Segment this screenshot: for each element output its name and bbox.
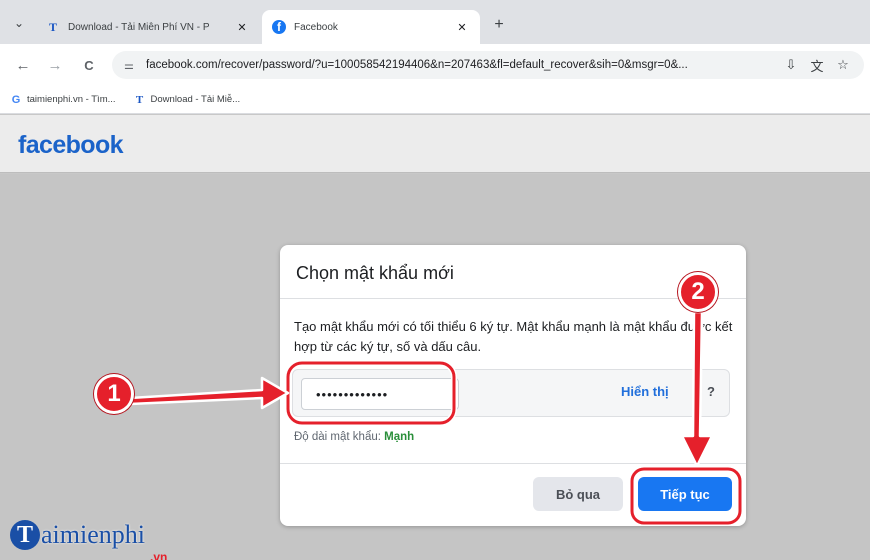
bookmark-taimienphi[interactable]: G taimienphi.vn - Tìm... (10, 94, 116, 106)
bookmark-label: taimienphi.vn - Tìm... (27, 94, 116, 105)
help-icon[interactable]: ? (707, 384, 715, 399)
taimienphi-icon: T (48, 19, 57, 34)
facebook-logo[interactable]: facebook (18, 131, 124, 160)
strength-value: Mạnh (384, 431, 415, 443)
taimienphi-icon: T (135, 93, 144, 106)
step1-badge: 1 (94, 374, 134, 414)
tab-bar: ⌄ T Download - Tải Miễn Phí VN - P ✕ f F… (0, 0, 870, 44)
bookmarks-bar: G taimienphi.vn - Tìm... T Download - Tả… (0, 86, 870, 114)
watermark-text: aimienphi (41, 520, 145, 549)
tab-search-chevron-icon[interactable]: ⌄ (8, 12, 30, 34)
taimienphi-watermark: T aimienphi .vn (10, 520, 167, 560)
bookmark-star-icon[interactable]: ☆ (830, 57, 856, 73)
close-icon[interactable]: ✕ (234, 21, 250, 34)
site-info-icon[interactable]: ⚌ (124, 59, 146, 72)
google-icon: G (11, 93, 21, 106)
facebook-icon: f (272, 20, 286, 34)
password-row: ••••••••••••• Hiển thị ? (292, 369, 730, 417)
tab-facebook[interactable]: f Facebook ✕ (262, 10, 480, 44)
new-password-input[interactable]: ••••••••••••• (301, 378, 459, 410)
back-arrow-icon[interactable]: ← (12, 54, 34, 76)
tab-download[interactable]: T Download - Tải Miễn Phí VN - P ✕ (36, 10, 260, 44)
translate-icon[interactable]: 文 (804, 56, 830, 75)
divider (280, 298, 746, 299)
close-icon[interactable]: ✕ (454, 21, 470, 34)
password-strength: Độ dài mật khẩu: Mạnh (294, 431, 414, 443)
forward-arrow-icon[interactable]: → (44, 54, 66, 76)
dialog-title: Chọn mật khẩu mới (296, 263, 454, 283)
new-password-dialog: Chọn mật khẩu mới Tạo mật khẩu mới có tố… (280, 245, 746, 526)
address-bar[interactable]: ⚌ facebook.com/recover/password/?u=10005… (112, 51, 864, 79)
show-password-button[interactable]: Hiển thị (621, 384, 669, 399)
bookmark-download[interactable]: T Download - Tải Miễ... (134, 93, 241, 106)
skip-button[interactable]: Bỏ qua (533, 477, 623, 511)
divider (280, 463, 746, 464)
new-tab-button[interactable]: + (488, 14, 510, 36)
bookmark-label: Download - Tải Miễ... (150, 94, 241, 105)
url-text[interactable]: facebook.com/recover/password/?u=1000585… (146, 59, 778, 71)
watermark-letter: T (10, 520, 40, 550)
continue-button[interactable]: Tiếp tục (638, 477, 732, 511)
facebook-header: facebook (0, 115, 870, 173)
tab-title: Download - Tải Miễn Phí VN - P (68, 21, 210, 33)
browser-toolbar: ← → C ⚌ facebook.com/recover/password/?u… (0, 44, 870, 86)
dialog-description: Tạo mật khẩu mới có tối thiểu 6 ký tự. M… (294, 319, 733, 354)
strength-label: Độ dài mật khẩu: (294, 431, 381, 443)
tab-title: Facebook (294, 21, 338, 33)
install-app-icon[interactable]: ⇩ (778, 57, 804, 73)
reload-icon[interactable]: C (78, 54, 100, 76)
step2-badge: 2 (678, 272, 718, 312)
watermark-suffix: .vn (150, 550, 168, 560)
